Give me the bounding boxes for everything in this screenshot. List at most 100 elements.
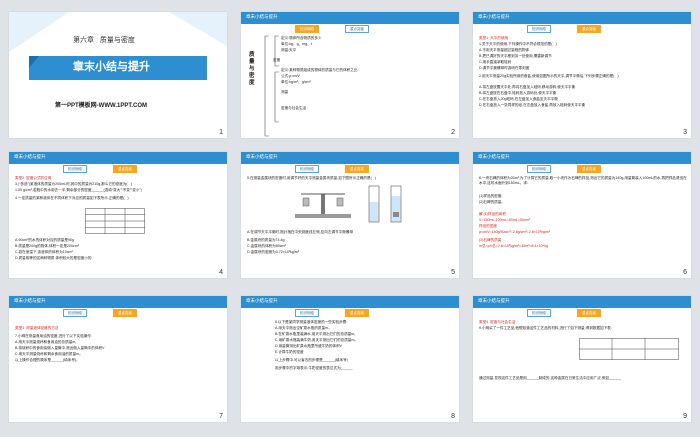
slide-thumbnail-8[interactable]: 章末小结与提升 知识网络 重点突破 8.以下是某同学测量液体密度的一些实验步骤:… [241,296,459,422]
map-node: 密度 [273,58,281,62]
map-node: 单位:kg、g、mg、t [281,42,312,46]
concept-map-center: 质量与密度 [249,52,255,86]
tab-key-points[interactable]: 重点突破 [345,165,369,173]
slide-header-title: 章末小结与提升 [246,14,278,19]
tab-key-points[interactable]: 重点突破 [345,309,369,317]
option-text: A.不用天平测量超过量程的物体 [479,48,530,52]
slide-number: 1 [219,129,223,136]
tab-key-points[interactable]: 重点突破 [577,25,601,33]
slide-header-bar: 章末小结与提升 [473,296,691,308]
question-text: (1)样品的密度; [479,194,503,198]
slide-thumbnail-7[interactable]: 章末小结与提升 知识网络 重点突破 类型3 测量液体密度的方法 7.小明在测量食… [9,296,227,422]
option-text: C.用天平测量烧杯和剩余食用油的质量m₂ [15,352,81,356]
tab-knowledge-network[interactable]: 知识网络 [527,165,551,173]
slide-number: 7 [219,413,223,420]
section-heading: 类型1 天平的使用 [479,36,509,40]
slide-header-title: 章末小结与提升 [246,298,278,303]
answer-line: 解:(1)样品的体积 [479,212,506,216]
slide-number: 3 [683,129,687,136]
slide-header-bar: 章末小结与提升 [9,152,227,164]
answer-line: ρ=m/V=140g/50cm³=2.8g/cm³=2.8×10³kg/m³ [479,230,551,234]
option-text: A.用天平测量烧杯和食用油的总质量m₁ [15,340,77,344]
slide-number: 9 [683,413,687,420]
option-text: C.用矿泉水瓶装满牛奶,用天平测出它们的总质量m₂ [275,338,356,342]
slide-header-bar: 章末小结与提升 [241,296,459,308]
option-text: B.金属块的质量为74.4g [247,238,285,242]
section-heading: 类型2 密度公式的应用 [15,176,52,180]
option-text: B.将左盘放在右盘中,砝码放入游码处,使天平平衡 [479,91,557,95]
chapter-heading: 第六章 质量与密度 [73,37,135,44]
option-text: B.质量是200g的物体,体积一定是200cm³ [15,244,79,248]
balance-and-cylinder-figure [295,185,402,223]
answer-line: (2)石碑的质量 [479,238,502,242]
map-node: 定义:某种物质组成的物体的质量与它的体积之比 [281,68,358,72]
tab-key-points[interactable]: 重点突破 [345,25,369,33]
slide-header-bar: 章末小结与提升 [9,296,227,308]
option-text: D.用量筒测出矿泉水瓶里所盛牛奶的体积V [275,344,343,348]
map-node: 单位:kg/m³、g/cm³ [281,80,311,84]
tab-key-points[interactable]: 重点突破 [577,165,601,173]
slide-header-bar: 章末小结与提升 [241,12,459,24]
slide-thumbnail-1[interactable]: 第六章 质量与密度 章末小结与提升 第一PPT模板网-WWW.1PPT.COM … [9,12,227,138]
question-text: 用步骤中的字母表示,牛奶密度的表达式为______ [275,366,353,370]
option-text: B.把已调好的天平移到另一处使用,需重新调节 [479,54,552,58]
option-text: A.在调节天平平衡时,指针指在中央刻度线左侧,应向左调节平衡螺母 [247,230,354,234]
slide-thumbnail-5[interactable]: 章末小结与提升 知识网络 重点突破 5.在测量金属块的密度时,用调节好的天平测量… [241,152,459,278]
slide-number: 8 [451,413,455,420]
tab-knowledge-network[interactable]: 知识网络 [63,165,87,173]
map-node: 定义:物体所含物质的多少 [281,36,322,40]
option-text: D.在右盘放入一张同样的纸,在左盘放入食盐,再放入砝码使天平平衡 [479,103,586,107]
tab-knowledge-network[interactable]: 知识网络 [527,25,551,33]
answer-line: 样品的密度 [479,224,497,228]
option-text: C.用手直接拿取砝码 [479,60,512,64]
question-text: 1.05 g/cm³;若瓶中的水用去一半,剩余部分的密度______(选填“变大… [15,188,142,192]
cover-title: 章末小结与提升 [73,61,150,73]
map-node: 测量:天平 [281,48,297,52]
option-text: D.金属块的密度为3.72×10³kg/m³ [247,250,300,254]
question-text: 7.小明在测量食用油的密度,进行了以下实验操作: [15,334,92,338]
map-node: 测量 [281,90,289,94]
question-text: 4.一定质量的某种液体在不同体积下对应的质量如下表所示,正确的是( ) [15,196,129,200]
slide-header-bar: 章末小结与提升 [241,152,459,164]
slide-header-title: 章末小结与提升 [246,154,278,159]
slide-header-title: 章末小结与提升 [478,298,510,303]
slide-number: 4 [219,269,223,276]
question-text: 以上操作合理的顺序是______(填序号)。 [15,358,80,362]
question-text: 1.关于天平的使用,下列操作中不符合规范的是( ) [479,42,557,46]
cover-decoration [9,12,227,138]
slide-number: 6 [683,269,687,276]
question-text: 通过测量,发现这件工艺品是用______制成的,这种金属在日常生活中应用广泛,例… [479,376,621,380]
slide-header-title: 章末小结与提升 [478,14,510,19]
option-text: C.在右盘放入20g砝码,在左盘加入食盐至天平平衡 [479,97,558,101]
option-text: A.90cm³的水的体积对应的质量是90g [15,238,74,242]
slide-number: 5 [451,269,455,276]
tab-knowledge-network[interactable]: 知识网络 [527,309,551,317]
option-text: D.质量相等的这两种物质,体积较大的是密度小的 [15,256,92,260]
tab-key-points[interactable]: 重点突破 [113,165,137,173]
slide-thumbnail-3[interactable]: 章末小结与提升 知识网络 重点突破 类型1 天平的使用 1.关于天平的使用,下列… [473,12,691,138]
question-text: (2)石碑的质量。 [479,200,505,204]
option-text: B.将烧杯中的食用油倒入量筒中,测出倒入量筒中的体积V [15,346,105,350]
tab-knowledge-network[interactable]: 知识网络 [295,309,319,317]
slide-thumbnail-2[interactable]: 章末小结与提升 知识网络 重点突破 质量与密度 定义:物体所含物质的多少 单位:… [241,12,459,138]
tab-knowledge-network[interactable]: 知识网络 [63,309,87,317]
section-heading: 类型3 测量液体密度的方法 [15,326,59,330]
tab-key-points[interactable]: 重点突破 [577,309,601,317]
question-text: 9.小明买了一件工艺品,他想知道这件工艺品的材料,进行了如下测量,得到数据如下表… [479,326,612,330]
question-text: 2.用天平测量20g实验所用的食盐,使用如图所示的天平,调节平衡后,下列步骤正确… [479,74,619,78]
slide-thumbnail-6[interactable]: 章末小结与提升 知识网络 重点突破 6.一块石碑的体积为30m³,为了计算它的质… [473,152,691,278]
tab-knowledge-network[interactable]: 知识网络 [295,165,319,173]
question-text: 以上步骤中,可以省去的步骤是______(填序号) [275,358,348,362]
tab-knowledge-network[interactable]: 知识网络 [295,25,319,33]
data-table [85,208,145,234]
data-table [579,338,679,360]
slide-thumbnail-4[interactable]: 章末小结与提升 知识网络 重点突破 类型2 密度公式的应用 3.(“多选”)某液… [9,152,227,278]
tab-key-points[interactable]: 重点突破 [113,309,137,317]
question-text: 8.以下是某同学测量液体密度的一些实验步骤: [275,320,348,324]
slide-header-bar: 章末小结与提升 [473,12,691,24]
question-text: 3.(“多选”)某液体的质量为200mL时,其中的质量为210g,那么它的密度为… [15,182,132,186]
map-node: 公式:ρ=m/V [281,74,300,78]
answer-line: V=150mL-100mL=50mL=50cm³ [479,218,530,222]
section-heading: 类型4 密度与社会生活 [479,320,516,324]
slide-thumbnail-9[interactable]: 章末小结与提升 知识网络 重点突破 类型4 密度与社会生活 9.小明买了一件工艺… [473,296,691,422]
